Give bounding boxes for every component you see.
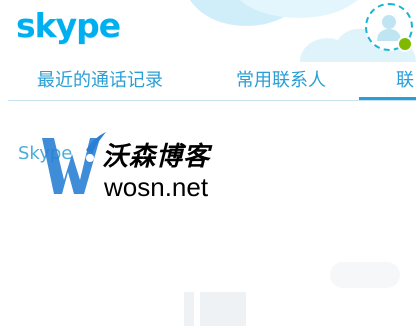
faded-button-gap (194, 292, 200, 326)
w-logo-icon (42, 132, 106, 194)
presence-status-indicator (397, 36, 413, 52)
watermark-title: 沃森博客 (102, 142, 211, 172)
tab-divider (8, 100, 416, 101)
tab-contacts[interactable]: 联 (396, 66, 414, 92)
tab-recent-calls[interactable]: 最近的通话记录 (37, 66, 163, 92)
tab-bar: 最近的通话记录 常用联系人 联 (0, 62, 416, 102)
skype-logo: skype (16, 6, 121, 45)
app-header: skype (0, 0, 416, 62)
watermark-url: wosn.net (104, 172, 209, 202)
active-tab-indicator (359, 97, 416, 100)
tab-favorites[interactable]: 常用联系人 (236, 66, 326, 92)
faded-background-element (330, 262, 400, 288)
